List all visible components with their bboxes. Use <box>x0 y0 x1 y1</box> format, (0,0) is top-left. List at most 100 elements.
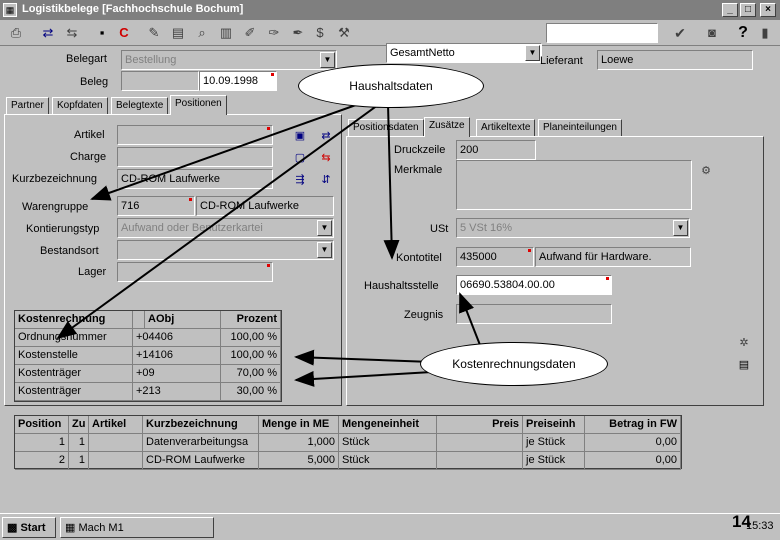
kosten-cell[interactable]: 30,00 % <box>221 383 281 401</box>
close-button[interactable]: × <box>760 3 776 17</box>
tool4-icon[interactable]: ⚒ <box>334 23 354 43</box>
minimize-button[interactable]: _ <box>722 3 738 17</box>
chevron-down-icon[interactable]: ▼ <box>317 220 332 236</box>
merkmale-icon[interactable]: ⚙ <box>696 162 716 180</box>
kosten-header-prozent[interactable]: Prozent <box>221 311 281 329</box>
edit-icon[interactable]: ✎ <box>144 23 164 43</box>
positions-cell[interactable] <box>89 434 143 452</box>
positions-header[interactable]: Menge in ME <box>259 416 339 434</box>
positions-cell[interactable]: CD-ROM Laufwerke <box>143 452 259 470</box>
merkmale-field[interactable] <box>456 160 692 210</box>
settings-icon[interactable]: ✲ <box>734 334 754 352</box>
tool1-icon[interactable]: ✐ <box>240 23 260 43</box>
kurzbez-field[interactable]: CD-ROM Laufwerke <box>117 169 273 189</box>
positions-cell[interactable]: 0,00 <box>585 434 681 452</box>
positions-header[interactable]: Mengeneinheit <box>339 416 437 434</box>
merge-icon[interactable]: ⇵ <box>316 171 336 189</box>
positions-cell[interactable]: 1 <box>69 452 89 470</box>
tab-positionsdaten[interactable]: Positionsdaten <box>348 119 424 137</box>
kosten-cell[interactable]: 100,00 % <box>221 347 281 365</box>
positions-cell[interactable]: 1,000 <box>259 434 339 452</box>
kosten-cell[interactable]: Kostenträger <box>15 365 133 383</box>
close-red-icon[interactable]: C <box>114 23 134 43</box>
exit-icon[interactable]: ▮ <box>755 23 775 43</box>
kosten-header-kostenrechnung[interactable]: Kostenrechnung <box>15 311 133 329</box>
chevron-down-icon[interactable]: ▼ <box>673 220 688 236</box>
tab-artikeltexte[interactable]: Artikeltexte <box>476 119 536 137</box>
tab-partner[interactable]: Partner <box>6 97 49 115</box>
kosten-cell[interactable]: Kostenstelle <box>15 347 133 365</box>
library-icon[interactable]: ▥ <box>216 23 236 43</box>
ust-select[interactable]: 5 VSt 16% ▼ <box>456 218 690 238</box>
positions-cell[interactable] <box>437 434 523 452</box>
book-icon[interactable]: ▤ <box>168 23 188 43</box>
start-button[interactable]: ▩ Start <box>2 517 56 538</box>
move-icon[interactable]: ⇄ <box>38 23 58 43</box>
box-icon[interactable]: ▢ <box>290 149 310 167</box>
kosten-cell[interactable]: 70,00 % <box>221 365 281 383</box>
positions-cell[interactable]: 2 <box>15 452 69 470</box>
split-icon[interactable]: ⇶ <box>290 171 310 189</box>
positions-cell[interactable]: 1 <box>69 434 89 452</box>
tool2-icon[interactable]: ✑ <box>264 23 284 43</box>
tool3-icon[interactable]: ✒ <box>288 23 308 43</box>
kosten-cell[interactable]: +14106 <box>133 347 221 365</box>
task-button-mach-m1[interactable]: ▦ Mach M1 <box>60 517 214 538</box>
kontotitel-field[interactable]: 435000 <box>456 247 534 267</box>
search-icon[interactable]: ⌕ <box>192 23 212 43</box>
druckzeile-field[interactable]: 200 <box>456 140 536 160</box>
save-icon[interactable]: ▪ <box>92 23 112 43</box>
zeugnis-field[interactable] <box>456 304 612 324</box>
document-icon[interactable]: ▤ <box>734 356 754 374</box>
print-icon[interactable]: ⎙ <box>6 23 26 43</box>
tab-zusaetze[interactable]: Zusätze <box>424 117 470 137</box>
lieferant-field[interactable]: Loewe <box>597 50 753 70</box>
belegart-select[interactable]: Bestellung ▼ <box>121 50 337 70</box>
doc-icon[interactable]: ▣ <box>290 127 310 145</box>
toolbar-field[interactable] <box>546 23 658 43</box>
chevron-down-icon[interactable]: ▼ <box>317 242 332 258</box>
warengruppe-code-field[interactable]: 716 <box>117 196 195 216</box>
charge-field[interactable] <box>117 147 273 167</box>
kosten-cell[interactable]: +213 <box>133 383 221 401</box>
positions-cell[interactable] <box>89 452 143 470</box>
positions-cell[interactable] <box>437 452 523 470</box>
haushaltsstelle-field[interactable]: 06690.53804.00.00 <box>456 275 612 295</box>
kosten-cell[interactable]: +04406 <box>133 329 221 347</box>
kosten-cell[interactable]: Kostenträger <box>15 383 133 401</box>
kosten-cell[interactable]: 100,00 % <box>221 329 281 347</box>
move2-icon[interactable]: ⇆ <box>62 23 82 43</box>
positions-cell[interactable]: Stück <box>339 452 437 470</box>
positions-header[interactable]: Preiseinh <box>523 416 585 434</box>
positions-header[interactable]: Betrag in FW <box>585 416 681 434</box>
positions-cell[interactable]: je Stück <box>523 452 585 470</box>
positions-header[interactable]: Zu <box>69 416 89 434</box>
beleg-number-field[interactable] <box>121 71 199 91</box>
positions-cell[interactable]: Datenverarbeitungsa <box>143 434 259 452</box>
chevron-down-icon[interactable]: ▼ <box>320 52 335 68</box>
positions-cell[interactable]: je Stück <box>523 434 585 452</box>
kosten-cell[interactable]: +09 <box>133 365 221 383</box>
app-icon[interactable]: ▦ <box>3 3 17 17</box>
beleg-date-field[interactable]: 10.09.1998 <box>199 71 277 91</box>
bestandsort-select[interactable]: ▼ <box>117 240 334 260</box>
maximize-button[interactable]: □ <box>740 3 756 17</box>
transfer-red-icon[interactable]: ⇆ <box>316 149 336 167</box>
positions-cell[interactable]: 1 <box>15 434 69 452</box>
positions-header[interactable]: Kurzbezeichnung <box>143 416 259 434</box>
transfer-icon[interactable]: ⇄ <box>316 127 336 145</box>
kosten-header-aobj[interactable]: AObj <box>145 311 221 329</box>
check-icon[interactable]: ✔ <box>670 23 690 43</box>
positions-cell[interactable]: 5,000 <box>259 452 339 470</box>
lager-field[interactable] <box>117 262 273 282</box>
help-icon[interactable]: ? <box>733 23 753 43</box>
tab-planeinteilungen[interactable]: Planeinteilungen <box>538 119 622 137</box>
positions-header[interactable]: Artikel <box>89 416 143 434</box>
camera-icon[interactable]: ◙ <box>702 23 722 43</box>
tab-positionen[interactable]: Positionen <box>170 95 227 115</box>
kontierungstyp-select[interactable]: Aufwand oder Benutzerkartei ▼ <box>117 218 334 238</box>
tab-belegtexte[interactable]: Belegtexte <box>111 97 169 115</box>
kosten-cell[interactable]: Ordnungsnummer <box>15 329 133 347</box>
chevron-down-icon[interactable]: ▼ <box>525 45 540 61</box>
dollar-icon[interactable]: $ <box>310 23 330 43</box>
